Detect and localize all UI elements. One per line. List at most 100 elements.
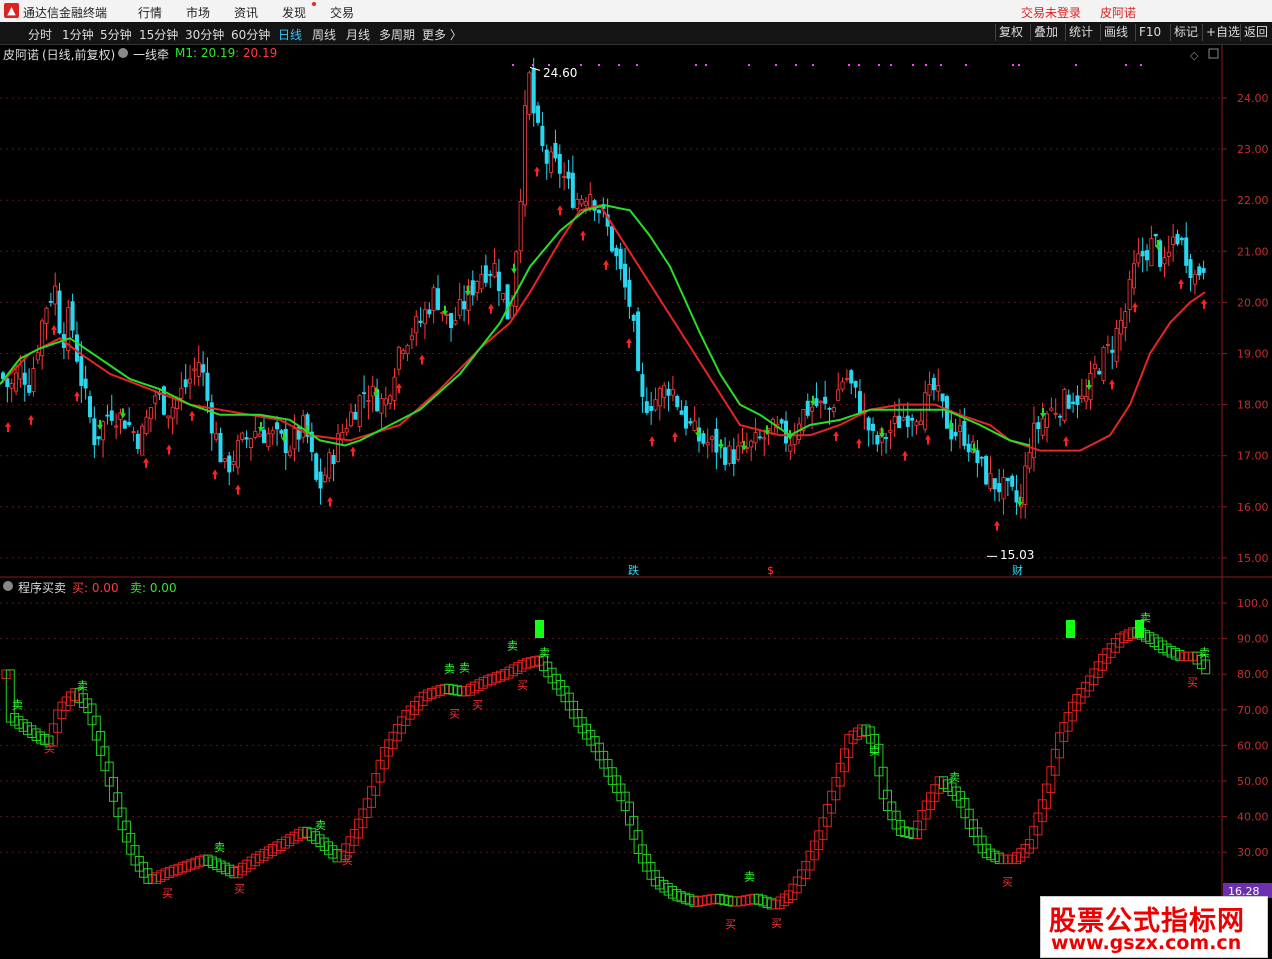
back-button[interactable]: 返回 [1240, 24, 1271, 41]
indicator-box [900, 826, 910, 837]
tab-60min[interactable]: 60分钟 [231, 26, 270, 43]
menu-item-news[interactable]: 资讯 [234, 4, 258, 21]
signal-dot [775, 64, 777, 66]
tab-multi-period[interactable]: 多周期 [379, 26, 415, 43]
candle-body [740, 441, 745, 447]
indicator-box [113, 792, 123, 818]
candle-body [501, 293, 506, 300]
candle-body [140, 425, 145, 456]
sub-tick-label: 40.00 [1237, 811, 1269, 824]
candle-body [857, 391, 862, 415]
sell-mark: 卖 [1199, 646, 1210, 659]
candle-body [327, 452, 332, 479]
indicator-box [934, 776, 944, 794]
candle-body [966, 443, 971, 453]
indicator-box [397, 716, 407, 734]
tab-15min[interactable]: 15分钟 [139, 26, 178, 43]
signal-dot [618, 64, 620, 66]
ma-line-green [0, 204, 1031, 447]
add-watchlist-button[interactable]: +自选 [1202, 24, 1243, 41]
indicator-box [754, 893, 763, 905]
indicator-box [328, 845, 338, 859]
indicator-box [1055, 732, 1064, 759]
indicator-box [78, 693, 88, 708]
tab-more[interactable]: 更多 〉 [422, 26, 462, 43]
main-tick-label: 18.00 [1237, 399, 1269, 412]
indicator-box [586, 729, 596, 746]
stats-button[interactable]: 统计 [1065, 24, 1096, 41]
indicator-box [276, 839, 286, 852]
menu-item-market[interactable]: 市场 [186, 4, 210, 21]
candle-body [997, 483, 1002, 493]
stock-link[interactable]: 皮阿诺 [1100, 4, 1136, 21]
indicator-box [633, 830, 643, 854]
candle-body [1197, 266, 1202, 276]
sub-indicator-title[interactable]: 程序买卖 [18, 579, 66, 596]
menu-item-discover[interactable]: 发现 [282, 4, 306, 21]
candle-body [836, 389, 841, 401]
sell-arrow-icon [1086, 380, 1092, 391]
indicator-box [513, 662, 523, 674]
indicator-box [130, 845, 140, 866]
tab-weekly[interactable]: 周线 [312, 26, 336, 43]
indicator-box [887, 801, 897, 821]
candle-body [666, 388, 671, 396]
indicator-box [478, 676, 488, 689]
menu-item-trade[interactable]: 交易 [330, 4, 354, 21]
tab-5min[interactable]: 5分钟 [100, 26, 132, 43]
candle-body [553, 142, 558, 159]
adjust-button[interactable]: 复权 [995, 24, 1026, 41]
sell-arrow-icon [97, 419, 103, 430]
indicator-box [603, 759, 613, 777]
indicator-box [306, 828, 316, 841]
buy-arrow-icon [488, 303, 494, 314]
candle-body [844, 378, 849, 380]
tab-daily[interactable]: 日线 [278, 26, 302, 43]
candle-body [936, 385, 941, 392]
candle-body [605, 214, 610, 227]
candle-body [1018, 497, 1023, 508]
candle-body [1123, 311, 1128, 328]
login-status[interactable]: 交易未登录 [1021, 4, 1081, 21]
sell-arrow-icon [971, 443, 977, 454]
indicator-box [216, 860, 226, 873]
candle-body [462, 301, 467, 310]
indicator-box [1016, 848, 1026, 862]
tab-30min[interactable]: 30分钟 [185, 26, 224, 43]
candle-body [979, 456, 984, 459]
signal-dot [748, 64, 750, 66]
signal-dot [1140, 64, 1142, 66]
indicator-box [160, 868, 170, 880]
indicator-box [556, 679, 566, 696]
tab-1min[interactable]: 1分钟 [62, 26, 94, 43]
indicator-box [723, 895, 733, 906]
candle-body [1175, 233, 1180, 245]
diamond-icon[interactable]: ◇ [1190, 49, 1199, 62]
sub-indicator-toggle-icon[interactable] [3, 581, 13, 591]
candle-body [1092, 363, 1097, 370]
indicator-name[interactable]: 一线牵 [133, 46, 169, 63]
indicator-toggle-icon[interactable] [118, 48, 128, 58]
overlay-button[interactable]: 叠加 [1030, 24, 1061, 41]
indicator-box [809, 840, 819, 861]
indicator-box [362, 798, 372, 819]
indicator-box [711, 893, 720, 904]
buy-arrow-icon [5, 421, 11, 432]
indicator-box [10, 713, 20, 726]
indicator-box [526, 657, 536, 668]
mark-button[interactable]: 标记 [1170, 24, 1201, 41]
tab-intraday[interactable]: 分时 [28, 26, 52, 43]
candle-body [231, 461, 236, 466]
candle-body [714, 428, 719, 453]
candle-body [710, 436, 715, 440]
indicator-box [1029, 825, 1039, 849]
draw-button[interactable]: 画线 [1100, 24, 1131, 41]
menu-item-market-quotes[interactable]: 行情 [138, 4, 162, 21]
tab-monthly[interactable]: 月线 [346, 26, 370, 43]
candle-body [971, 441, 976, 453]
candle-body [435, 288, 440, 310]
f10-button[interactable]: F10 [1135, 24, 1164, 41]
indicator-box [1037, 799, 1047, 823]
panel-expand-icon[interactable] [1208, 48, 1219, 59]
sell-mark: 卖 [744, 871, 755, 884]
